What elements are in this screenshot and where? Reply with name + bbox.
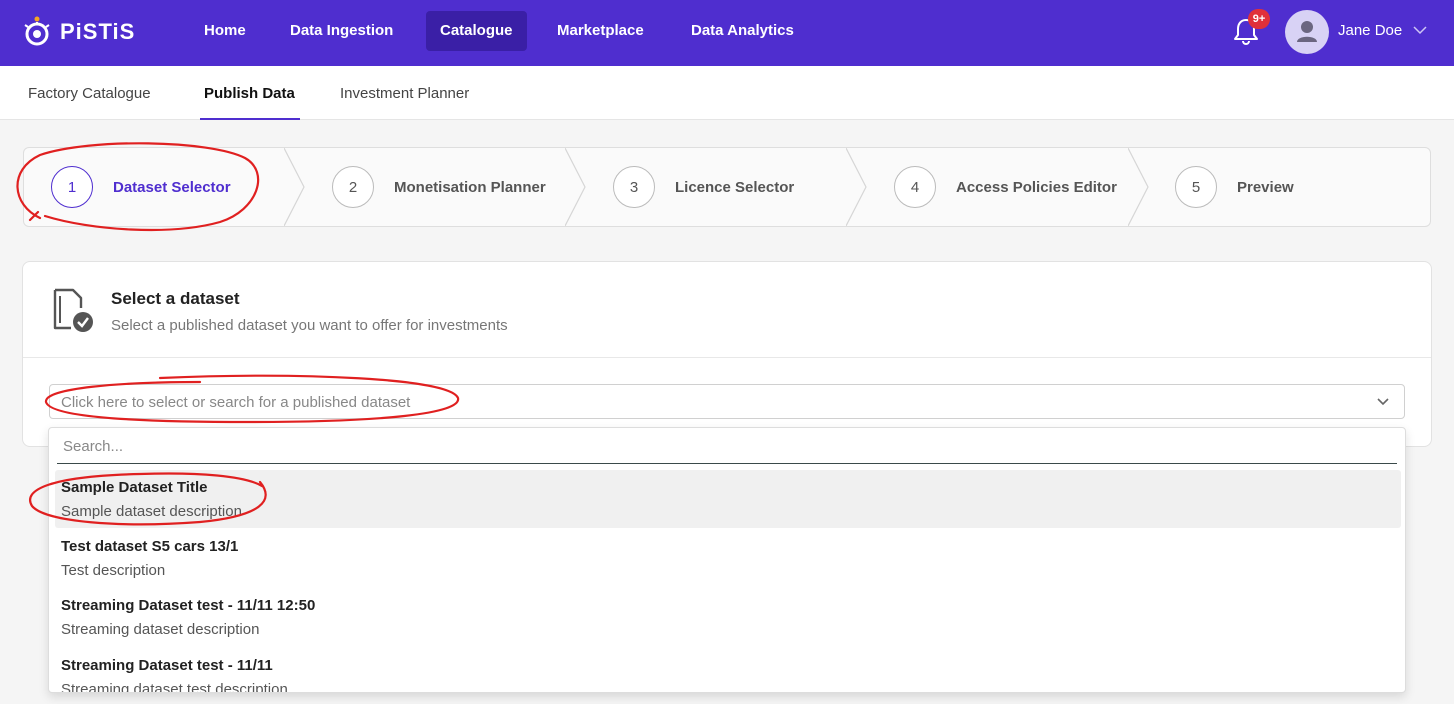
document-check-icon bbox=[53, 288, 93, 332]
option-title: Streaming Dataset test - 11/11 bbox=[61, 657, 273, 674]
pistis-logo-icon bbox=[24, 16, 50, 46]
card-divider bbox=[23, 357, 1431, 358]
step-dataset-selector[interactable]: 1 Dataset Selector bbox=[51, 148, 231, 226]
tab-investment-planner[interactable]: Investment Planner bbox=[340, 66, 469, 120]
nav-catalogue[interactable]: Catalogue bbox=[426, 11, 527, 51]
step-licence-selector[interactable]: 3 Licence Selector bbox=[613, 148, 794, 226]
option-description: Test description bbox=[61, 562, 166, 579]
tab-publish-data[interactable]: Publish Data bbox=[204, 66, 295, 120]
step-monetisation-planner[interactable]: 2 Monetisation Planner bbox=[332, 148, 546, 226]
brand-name: PiSTiS bbox=[60, 19, 136, 44]
dataset-select[interactable]: Click here to select or search for a pub… bbox=[49, 384, 1405, 419]
chevron-down-icon[interactable] bbox=[1412, 24, 1428, 36]
dataset-option[interactable]: Sample Dataset Title Sample dataset desc… bbox=[55, 470, 1401, 528]
option-description: Sample dataset description bbox=[61, 503, 242, 520]
step-access-policies-editor[interactable]: 4 Access Policies Editor bbox=[894, 148, 1117, 226]
step-separator bbox=[284, 148, 305, 226]
active-tab-indicator bbox=[200, 118, 300, 120]
step-label: Preview bbox=[1237, 178, 1294, 196]
nav-marketplace[interactable]: Marketplace bbox=[543, 11, 658, 51]
chevron-down-icon[interactable] bbox=[1376, 397, 1390, 407]
dataset-option[interactable]: Streaming Dataset test - 11/11 Streaming… bbox=[55, 648, 1401, 693]
option-title: Test dataset S5 cars 13/1 bbox=[61, 538, 239, 555]
option-title: Sample Dataset Title bbox=[61, 479, 208, 496]
step-label: Access Policies Editor bbox=[956, 178, 1117, 196]
publish-stepper: 1 Dataset Selector 2 Monetisation Planne… bbox=[23, 147, 1431, 227]
step-label: Dataset Selector bbox=[113, 178, 231, 196]
step-separator bbox=[565, 148, 586, 226]
step-preview[interactable]: 5 Preview bbox=[1175, 148, 1294, 226]
step-number: 5 bbox=[1175, 166, 1217, 208]
user-name[interactable]: Jane Doe bbox=[1338, 22, 1402, 39]
step-label: Licence Selector bbox=[675, 178, 795, 196]
option-description: Streaming dataset test description bbox=[61, 681, 288, 693]
step-separator bbox=[1128, 148, 1149, 226]
step-number: 1 bbox=[51, 166, 93, 208]
step-label: Monetisation Planner bbox=[394, 178, 546, 196]
select-placeholder: Click here to select or search for a pub… bbox=[61, 394, 411, 411]
brand-logo[interactable]: PiSTiS bbox=[22, 14, 135, 50]
nav-data-analytics[interactable]: Data Analytics bbox=[677, 11, 808, 51]
user-avatar-icon bbox=[1297, 21, 1317, 42]
dataset-option[interactable]: Streaming Dataset test - 11/11 12:50 Str… bbox=[55, 588, 1401, 646]
user-avatar[interactable] bbox=[1285, 10, 1329, 54]
tab-factory-catalogue[interactable]: Factory Catalogue bbox=[28, 66, 151, 120]
option-title: Streaming Dataset test - 11/11 12:50 bbox=[61, 597, 316, 614]
step-number: 4 bbox=[894, 166, 936, 208]
select-dataset-card: Select a dataset Select a published data… bbox=[22, 261, 1432, 447]
top-navbar: PiSTiS Home Data Ingestion Catalogue Mar… bbox=[0, 0, 1454, 66]
sub-navbar: Factory Catalogue Publish Data Investmen… bbox=[0, 66, 1454, 120]
nav-home[interactable]: Home bbox=[190, 11, 260, 51]
card-subtitle: Select a published dataset you want to o… bbox=[111, 317, 508, 334]
dataset-option[interactable]: Test dataset S5 cars 13/1 Test descripti… bbox=[55, 529, 1401, 587]
dataset-dropdown: Sample Dataset Title Sample dataset desc… bbox=[48, 427, 1406, 693]
step-number: 2 bbox=[332, 166, 374, 208]
dropdown-search-input[interactable] bbox=[57, 430, 1397, 464]
step-number: 3 bbox=[613, 166, 655, 208]
option-description: Streaming dataset description bbox=[61, 621, 260, 638]
notification-badge: 9+ bbox=[1248, 9, 1270, 29]
step-separator bbox=[846, 148, 867, 226]
nav-data-ingestion[interactable]: Data Ingestion bbox=[276, 11, 407, 51]
card-title: Select a dataset bbox=[111, 289, 240, 308]
